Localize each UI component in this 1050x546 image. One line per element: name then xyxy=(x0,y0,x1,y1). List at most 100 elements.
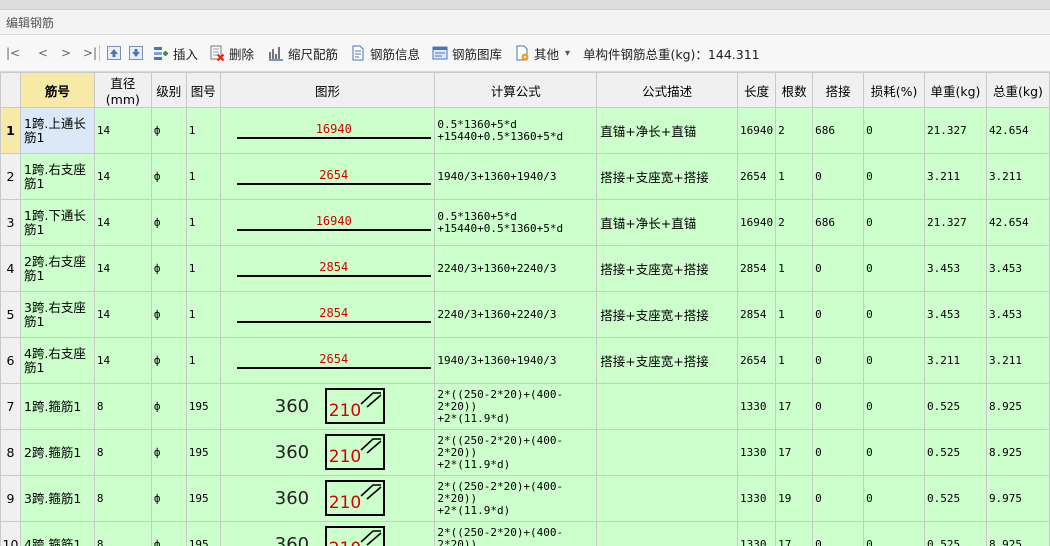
col-header-shape[interactable]: 图形 xyxy=(219,72,436,108)
cell-diameter[interactable]: 14 xyxy=(93,199,152,246)
cell-loss[interactable]: 0 xyxy=(863,429,925,476)
cell-rebar-no[interactable]: 3跨.箍筋1 xyxy=(19,475,95,522)
cell-shape[interactable]: 16940 xyxy=(219,107,436,154)
cell-loss[interactable]: 0 xyxy=(863,153,925,200)
rebar-library-button[interactable]: 钢筋图库 xyxy=(432,43,502,63)
cell-length[interactable]: 1330 xyxy=(737,429,777,476)
cell-count[interactable]: 17 xyxy=(775,383,814,430)
cell-unit-weight[interactable]: 3.211 xyxy=(923,337,987,384)
cell-count[interactable]: 19 xyxy=(775,475,814,522)
table-row[interactable]: 1 1跨.上通长筋1 14 ф 1 16940 0.5*1360+5*d +15440+0.5… xyxy=(0,107,1050,154)
cell-shape[interactable]: 360 210 xyxy=(219,429,436,476)
cell-lap[interactable]: 0 xyxy=(812,429,865,476)
cell-unit-weight[interactable]: 3.211 xyxy=(923,153,987,200)
cell-figure-no[interactable]: 195 xyxy=(185,383,221,430)
cell-formula[interactable]: 2240/3+1360+2240/3 xyxy=(434,245,598,292)
cell-unit-weight[interactable]: 21.327 xyxy=(923,199,987,246)
table-row[interactable]: 9 3跨.箍筋1 8 ф 195 360 210 2*((250-2*20)+(400-2*2… xyxy=(0,475,1050,522)
cell-unit-weight[interactable]: 3.453 xyxy=(923,291,987,338)
cell-length[interactable]: 1330 xyxy=(737,383,777,430)
cell-shape[interactable]: 360 210 xyxy=(219,383,436,430)
cell-formula[interactable]: 2*((250-2*20)+(400-2*20))+2*(11.9*d) xyxy=(434,383,598,430)
cell-lap[interactable]: 0 xyxy=(812,475,865,522)
cell-formula[interactable]: 1940/3+1360+1940/3 xyxy=(434,337,598,384)
cell-lap[interactable]: 0 xyxy=(812,153,865,200)
cell-diameter[interactable]: 14 xyxy=(93,337,152,384)
cell-total-weight[interactable]: 3.453 xyxy=(985,245,1050,292)
cell-count[interactable]: 1 xyxy=(775,337,814,384)
cell-shape[interactable]: 2654 xyxy=(219,337,436,384)
cell-lap[interactable]: 0 xyxy=(812,383,865,430)
cell-lap[interactable]: 0 xyxy=(812,291,865,338)
col-header-length[interactable]: 长度 xyxy=(737,72,777,108)
cell-unit-weight[interactable]: 0.525 xyxy=(923,429,987,476)
cell-length[interactable]: 1330 xyxy=(737,475,777,522)
cell-unit-weight[interactable]: 3.453 xyxy=(923,245,987,292)
row-number[interactable]: 3 xyxy=(0,199,21,246)
cell-formula-desc[interactable]: 搭接+支座宽+搭接 xyxy=(596,153,739,200)
table-row[interactable]: 2 1跨.右支座筋1 14 ф 1 2654 1940/3+1360+1940/3 搭接+支座… xyxy=(0,153,1050,200)
scale-rebar-button[interactable]: 缩尺配筋 xyxy=(268,43,338,63)
row-number[interactable]: 2 xyxy=(0,153,21,200)
cell-unit-weight[interactable]: 0.525 xyxy=(923,475,987,522)
cell-loss[interactable]: 0 xyxy=(863,107,925,154)
cell-unit-weight[interactable]: 21.327 xyxy=(923,107,987,154)
row-number[interactable]: 6 xyxy=(0,337,21,384)
table-row[interactable]: 8 2跨.箍筋1 8 ф 195 360 210 2*((250-2*20)+(400-2*2… xyxy=(0,429,1050,476)
cell-total-weight[interactable]: 42.654 xyxy=(985,199,1050,246)
cell-loss[interactable]: 0 xyxy=(863,475,925,522)
cell-length[interactable]: 1330 xyxy=(737,521,777,546)
cell-total-weight[interactable]: 3.453 xyxy=(985,291,1050,338)
move-down-button[interactable] xyxy=(128,43,148,63)
cell-loss[interactable]: 0 xyxy=(863,199,925,246)
cell-formula[interactable]: 1940/3+1360+1940/3 xyxy=(434,153,598,200)
row-number[interactable]: 9 xyxy=(0,475,21,522)
row-number[interactable]: 4 xyxy=(0,245,21,292)
cell-total-weight[interactable]: 8.925 xyxy=(985,521,1050,546)
cell-lap[interactable]: 0 xyxy=(812,521,865,546)
cell-rebar-no[interactable]: 1跨.右支座筋1 xyxy=(19,153,95,200)
table-row[interactable]: 104跨.箍筋18ф195 360 210 2*((250-2*20)+(400-2*… xyxy=(0,521,1050,546)
nav-prev-button[interactable]: < xyxy=(38,43,48,63)
cell-unit-weight[interactable]: 0.525 xyxy=(923,383,987,430)
table-row[interactable]: 7 1跨.箍筋1 8 ф 195 360 210 2*((250-2*20)+(400-2*2… xyxy=(0,383,1050,430)
cell-length[interactable]: 2654 xyxy=(737,337,777,384)
cell-total-weight[interactable]: 3.211 xyxy=(985,337,1050,384)
row-number[interactable]: 8 xyxy=(0,429,21,476)
cell-count[interactable]: 2 xyxy=(775,199,814,246)
cell-formula[interactable]: 2*((250-2*20)+(400-2*20))+2*(11.9*d) xyxy=(434,429,598,476)
cell-rebar-no[interactable]: 4跨.右支座筋1 xyxy=(19,337,95,384)
cell-rebar-no[interactable]: 1跨.上通长筋1 xyxy=(19,107,95,154)
other-menu-button[interactable]: 其他 ▾ xyxy=(514,43,570,63)
cell-formula-desc[interactable]: 搭接+支座宽+搭接 xyxy=(596,245,739,292)
row-number[interactable]: 1 xyxy=(0,107,21,154)
cell-rebar-no[interactable]: 3跨.右支座筋1 xyxy=(19,291,95,338)
cell-formula-desc[interactable]: 搭接+支座宽+搭接 xyxy=(596,291,739,338)
cell-figure-no[interactable]: 195 xyxy=(185,475,221,522)
cell-diameter[interactable]: 8 xyxy=(93,383,152,430)
cell-rebar-no[interactable]: 4跨.箍筋1 xyxy=(19,521,95,546)
cell-grade[interactable]: ф xyxy=(150,291,187,338)
cell-count[interactable]: 2 xyxy=(775,107,814,154)
cell-formula[interactable]: 2*((250-2*20)+(400-2*20))+2*(11.9*d) xyxy=(434,521,598,546)
cell-count[interactable]: 1 xyxy=(775,245,814,292)
cell-figure-no[interactable]: 1 xyxy=(185,291,221,338)
cell-loss[interactable]: 0 xyxy=(863,245,925,292)
cell-count[interactable]: 1 xyxy=(775,291,814,338)
table-row[interactable]: 3 1跨.下通长筋1 14 ф 1 16940 0.5*1360+5*d +15440+0.5… xyxy=(0,199,1050,246)
cell-rebar-no[interactable]: 2跨.箍筋1 xyxy=(19,429,95,476)
row-number[interactable]: 7 xyxy=(0,383,21,430)
cell-unit-weight[interactable]: 0.525 xyxy=(923,521,987,546)
insert-button[interactable]: 插入 xyxy=(153,43,198,63)
cell-formula-desc[interactable]: 搭接+支座宽+搭接 xyxy=(596,337,739,384)
cell-diameter[interactable]: 8 xyxy=(93,475,152,522)
cell-formula-desc[interactable]: 直锚+净长+直锚 xyxy=(596,199,739,246)
cell-loss[interactable]: 0 xyxy=(863,337,925,384)
cell-grade[interactable]: ф xyxy=(150,153,187,200)
cell-shape[interactable]: 2854 xyxy=(219,245,436,292)
cell-length[interactable]: 16940 xyxy=(737,199,777,246)
cell-count[interactable]: 17 xyxy=(775,429,814,476)
cell-figure-no[interactable]: 195 xyxy=(185,429,221,476)
cell-total-weight[interactable]: 9.975 xyxy=(985,475,1050,522)
cell-diameter[interactable]: 8 xyxy=(93,521,152,546)
